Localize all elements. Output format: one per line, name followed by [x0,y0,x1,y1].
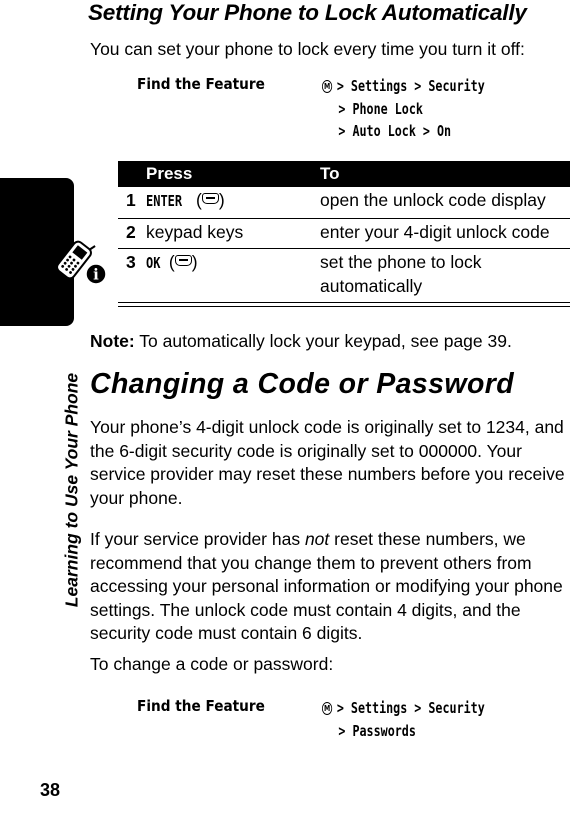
paragraph-recommendation: If your service provider has not reset t… [90,529,563,643]
press-to-table: Press To 1 ENTER () open the unlock code… [118,161,570,307]
center-select-key-icon [201,193,219,204]
find-feature-path-line: M > Settings > Security [322,77,485,95]
svg-text:i: i [93,266,99,284]
find-feature-label: Find the Feature [137,75,265,93]
table-header: Press To [118,161,570,187]
section-heading-changing-code: Changing a Code or Password [90,368,515,400]
find-feature-path-line: M > Settings > Security [322,699,485,717]
paragraph-default-codes: Your phone’s 4-digit unlock code is orig… [90,417,565,508]
section-heading-lock-automatically: Setting Your Phone to Lock Automatically [88,0,527,25]
note-label: Note: [90,331,135,351]
find-feature-path-line: > Passwords [338,721,416,740]
find-feature-label: Find the Feature [137,697,265,715]
menu-key-icon: M [322,702,333,715]
center-select-key-icon [174,255,192,266]
step-number: 1 [126,190,136,210]
step-number: 2 [126,221,136,242]
find-feature-path-line: > Phone Lock [338,99,423,118]
to-cell: set the phone to lock automatically [320,252,482,296]
find-feature-path-line: > Auto Lock > On [338,122,452,140]
press-cell: ENTER () [146,189,320,214]
table-row: 2 keypad keys enter your 4-digit unlock … [118,219,570,249]
key-label: OK [146,254,161,272]
phone-info-icon: i [52,234,108,286]
emphasis-not: not [304,529,330,549]
side-tab-label: Learning to Use Your Phone [61,372,82,608]
step-number: 3 [126,252,136,272]
table-row: 1 ENTER () open the unlock code display [118,187,570,219]
to-cell: enter your 4-digit unlock code [320,221,550,242]
header-press: Press [146,164,193,183]
table-bottom-rule [118,303,570,307]
find-feature-path: M > Settings > Security > Passwords [322,697,485,742]
table-row: 3 OK () set the phone to lock automatica… [118,249,570,303]
paragraph-to-change: To change a code or password: [90,654,334,674]
find-feature-path: M > Settings > Security > Phone Lock > Au… [322,75,485,143]
to-cell: open the unlock code display [320,190,546,210]
menu-key-icon: M [322,80,333,93]
intro-text: You can set your phone to lock every tim… [90,39,525,59]
note-text: To automatically lock your keypad, see p… [139,331,512,351]
press-cell: keypad keys [146,221,244,242]
page-number: 38 [40,780,61,800]
key-label: ENTER [146,192,183,210]
press-cell: OK () [146,251,320,298]
header-to: To [320,164,340,183]
note: Note: To automatically lock your keypad,… [90,330,512,354]
